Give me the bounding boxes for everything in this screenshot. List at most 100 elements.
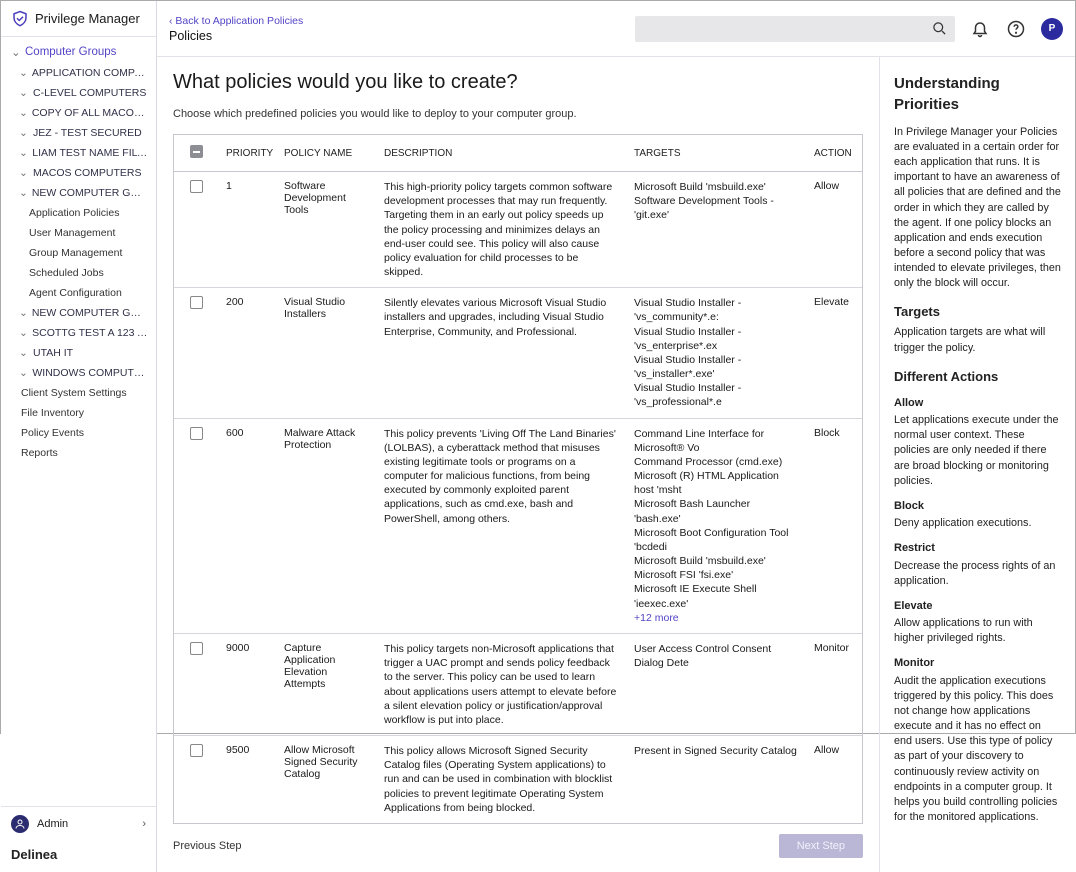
nav-group-7[interactable]: ⌄NEW COMPUTER GROUP SCOP… [1, 303, 156, 323]
chevron-down-icon: ⌄ [19, 107, 28, 119]
nav-bottom-3[interactable]: Reports [1, 443, 156, 463]
th-targets[interactable]: TARGETS [626, 135, 806, 172]
nav-group-label: APPLICATION COMPATIBILITY T… [32, 67, 148, 79]
nav-sub-3[interactable]: Scheduled Jobs [1, 263, 156, 283]
nav-sub-4[interactable]: Agent Configuration [1, 283, 156, 303]
nav-group-4[interactable]: ⌄ LIAM TEST NAME FILTER [1, 143, 156, 163]
cell-action: Monitor [806, 633, 862, 735]
cell-action: Allow [806, 172, 862, 288]
th-priority[interactable]: PRIORITY [218, 135, 276, 172]
nav-bottom-0[interactable]: Client System Settings [1, 383, 156, 403]
row-checkbox[interactable] [190, 744, 203, 757]
help-action-text: Let applications execute under the norma… [894, 413, 1061, 489]
nav-group-label: COPY OF ALL MACOS CATALINA… [32, 107, 148, 119]
chevron-right-icon: › [142, 818, 146, 830]
help-icon[interactable] [1005, 18, 1027, 40]
brand: Privilege Manager [1, 1, 156, 37]
nav-top-computer-groups[interactable]: ⌄ Computer Groups [1, 41, 156, 63]
cell-targets: Command Line Interface for Microsoft® Vo… [626, 418, 806, 633]
sidebar: Privilege Manager ⌄ Computer Groups ⌄APP… [1, 1, 157, 872]
cell-priority: 600 [218, 418, 276, 633]
th-name[interactable]: POLICY NAME [276, 135, 376, 172]
cell-description: Silently elevates various Microsoft Visu… [376, 288, 626, 418]
nav-group-2[interactable]: ⌄ COPY OF ALL MACOS CATALINA… [1, 103, 156, 123]
next-step-button: Next Step [779, 834, 863, 858]
row-checkbox[interactable] [190, 427, 203, 440]
th-description[interactable]: DESCRIPTION [376, 135, 626, 172]
row-checkbox[interactable] [190, 180, 203, 193]
th-action[interactable]: ACTION [806, 135, 862, 172]
cell-targets: Present in Signed Security Catalog [626, 736, 806, 823]
cell-action: Allow [806, 736, 862, 823]
page-subtitle: Choose which predefined policies you wou… [173, 108, 863, 120]
chevron-down-icon: ⌄ [19, 87, 29, 99]
breadcrumb-back[interactable]: Back to Application Policies [169, 15, 623, 27]
nav-sub-1[interactable]: User Management [1, 223, 156, 243]
cell-action: Elevate [806, 288, 862, 418]
prev-step-button[interactable]: Previous Step [173, 840, 241, 852]
nav-group-5[interactable]: ⌄ MACOS COMPUTERS [1, 163, 156, 183]
chevron-down-icon: ⌄ [19, 127, 29, 139]
nav-group-1[interactable]: ⌄C-LEVEL COMPUTERS [1, 83, 156, 103]
cell-priority: 200 [218, 288, 276, 418]
nav: ⌄ Computer Groups ⌄APPLICATION COMPATIBI… [1, 37, 156, 806]
page-heading: What policies would you like to create? [173, 71, 863, 94]
help-actions-h: Different Actions [894, 368, 1061, 386]
targets-more-link[interactable]: +12 more [634, 611, 798, 625]
chevron-down-icon: ⌄ [19, 347, 29, 359]
chevron-down-icon: ⌄ [19, 147, 28, 159]
nav-bottom-1[interactable]: File Inventory [1, 403, 156, 423]
table-row: 1Software Development ToolsThis high-pri… [174, 172, 862, 288]
cell-priority: 1 [218, 172, 276, 288]
brand-name: Privilege Manager [35, 11, 140, 26]
nav-group-8[interactable]: ⌄ SCOTTG TEST A 123 ABC [1, 323, 156, 343]
sidebar-admin[interactable]: Admin › [1, 806, 156, 841]
help-title: Understanding Priorities [894, 73, 1061, 115]
nav-top-label: Computer Groups [25, 46, 116, 58]
cell-description: This policy allows Microsoft Signed Secu… [376, 736, 626, 823]
nav-group-9[interactable]: ⌄ UTAH IT [1, 343, 156, 363]
nav-group-label: WINDOWS COMPUTERS [32, 367, 148, 379]
notifications-icon[interactable] [969, 18, 991, 40]
cell-targets: Visual Studio Installer - 'vs_community*… [626, 288, 806, 418]
nav-group-6[interactable]: ⌄NEW COMPUTER GROUP BY NA… [1, 183, 156, 203]
chevron-down-icon: ⌄ [11, 45, 21, 59]
nav-group-label: NEW COMPUTER GROUP BY NA… [32, 187, 148, 199]
cell-name: Allow Microsoft Signed Security Catalog [276, 736, 376, 823]
user-avatar[interactable]: P [1041, 18, 1063, 40]
row-checkbox[interactable] [190, 296, 203, 309]
search-input[interactable] [635, 16, 955, 42]
help-action-text: Deny application executions. [894, 516, 1061, 531]
help-panel: Understanding Priorities In Privilege Ma… [879, 57, 1075, 872]
nav-sub-0[interactable]: Application Policies [1, 203, 156, 223]
help-action-text: Allow applications to run with higher pr… [894, 616, 1061, 646]
cell-action: Block [806, 418, 862, 633]
help-action-text: Decrease the process rights of an applic… [894, 559, 1061, 589]
nav-bottom-2[interactable]: Policy Events [1, 423, 156, 443]
policies-table: PRIORITY POLICY NAME DESCRIPTION TARGETS… [173, 134, 863, 824]
nav-sub-2[interactable]: Group Management [1, 243, 156, 263]
cell-targets: User Access Control Consent Dialog Dete [626, 633, 806, 735]
cell-description: This policy targets non-Microsoft applic… [376, 633, 626, 735]
nav-group-0[interactable]: ⌄ APPLICATION COMPATIBILITY T… [1, 63, 156, 83]
nav-group-3[interactable]: ⌄JEZ - TEST SECURED [1, 123, 156, 143]
nav-group-label: MACOS COMPUTERS [33, 167, 142, 179]
help-intro: In Privilege Manager your Policies are e… [894, 125, 1061, 291]
cell-description: This high-priority policy targets common… [376, 172, 626, 288]
header-title: Policies [169, 29, 623, 43]
cell-name: Capture Application Elevation Attempts [276, 633, 376, 735]
table-row: 9500Allow Microsoft Signed Security Cata… [174, 736, 862, 823]
chevron-down-icon: ⌄ [19, 327, 28, 339]
help-action-heading: Block [894, 499, 1061, 514]
help-action-heading: Monitor [894, 656, 1061, 671]
nav-group-label: LIAM TEST NAME FILTER [32, 147, 148, 159]
nav-group-10[interactable]: ⌄WINDOWS COMPUTERS [1, 363, 156, 383]
nav-group-label: SCOTTG TEST A 123 ABC [32, 327, 148, 339]
select-all-checkbox[interactable] [190, 145, 203, 158]
nav-group-label: UTAH IT [33, 347, 73, 359]
help-targets-p: Application targets are what will trigge… [894, 325, 1061, 355]
chevron-down-icon: ⌄ [19, 67, 28, 79]
search-icon [932, 21, 947, 36]
row-checkbox[interactable] [190, 642, 203, 655]
chevron-down-icon: ⌄ [19, 167, 29, 179]
